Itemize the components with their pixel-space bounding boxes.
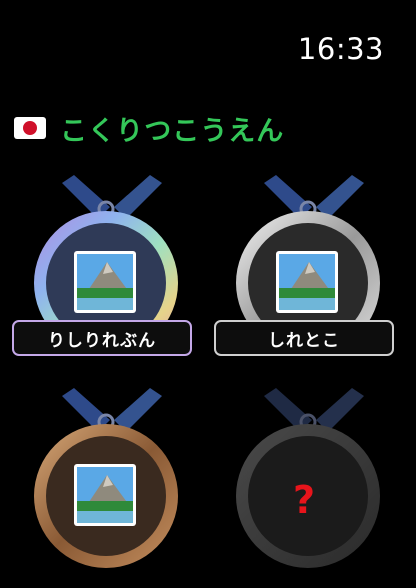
badge-label: りしりれぶん [12, 320, 192, 356]
badge-label: しれとこ [214, 320, 394, 356]
park-title: こくりつこうえん [60, 115, 285, 147]
national-park-photo-icon [74, 464, 136, 526]
japan-flag-icon [14, 117, 46, 139]
status-clock: 16:33 [297, 32, 384, 66]
park-header: こくりつこうえん [14, 108, 284, 148]
badge-card[interactable]: しれとこ [214, 175, 394, 375]
locked-question-mark: ? [292, 478, 316, 522]
badge-card[interactable]: ? [214, 388, 394, 588]
national-park-photo-icon [276, 251, 338, 313]
national-park-photo-icon [74, 251, 136, 313]
badge-card[interactable]: りしりれぶん [12, 175, 192, 375]
badge-card[interactable] [12, 388, 192, 588]
